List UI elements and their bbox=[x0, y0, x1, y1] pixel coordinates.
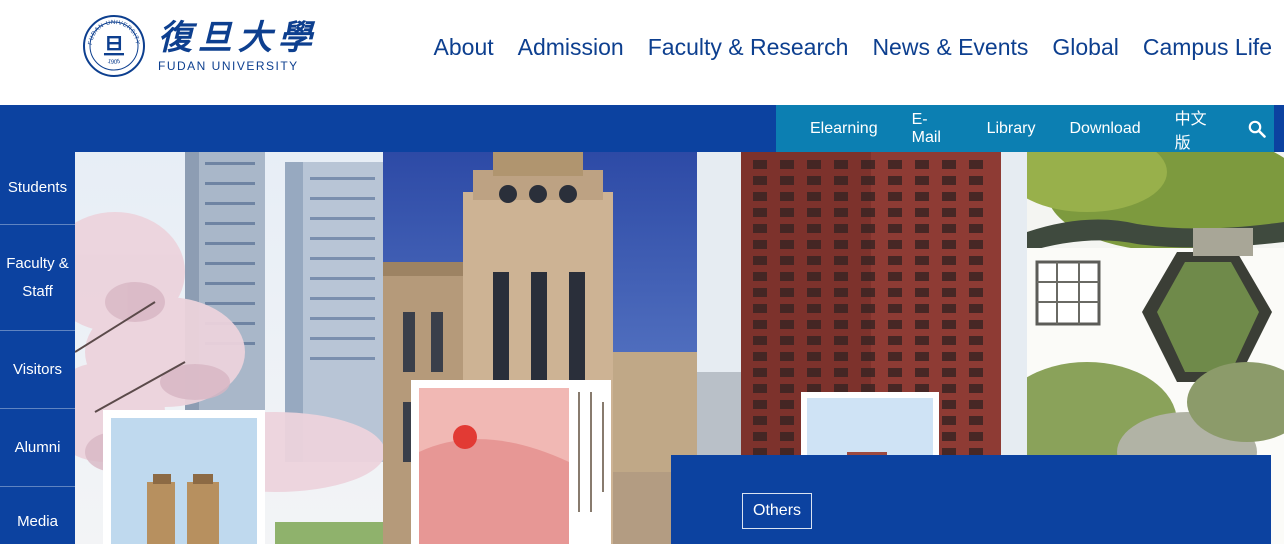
nav-admission[interactable]: Admission bbox=[518, 32, 624, 62]
university-seal-icon: FUDAN UNIVERSITY 1905 旦 bbox=[83, 15, 145, 77]
nav-global[interactable]: Global bbox=[1052, 32, 1118, 62]
search-button[interactable] bbox=[1248, 120, 1266, 138]
sidebar-item-alumni[interactable]: Alumni bbox=[0, 409, 75, 487]
sidebar-item-visitors[interactable]: Visitors bbox=[0, 331, 75, 409]
university-logo[interactable]: FUDAN UNIVERSITY 1905 旦 復旦大學 FUDAN UNIVE… bbox=[82, 14, 318, 78]
category-tag-others[interactable]: Others bbox=[742, 493, 813, 529]
hero-photo-twin-towers[interactable] bbox=[75, 152, 383, 544]
sidebar-item-label: Visitors bbox=[13, 360, 62, 378]
seal-glyph: 旦 bbox=[103, 34, 125, 60]
nav-news-events[interactable]: News & Events bbox=[872, 32, 1028, 62]
utility-email[interactable]: E-Mail bbox=[912, 111, 953, 147]
sidebar-item-faculty-staff[interactable]: Faculty & Staff bbox=[0, 225, 75, 331]
nav-about[interactable]: About bbox=[434, 32, 494, 62]
sidebar-item-students[interactable]: Students bbox=[0, 152, 75, 225]
nav-campus-life[interactable]: Campus Life bbox=[1143, 32, 1272, 62]
site-header: FUDAN UNIVERSITY 1905 旦 復旦大學 FUDAN UNIVE… bbox=[0, 0, 1284, 105]
utility-download[interactable]: Download bbox=[1069, 120, 1140, 138]
wordmark: 復旦大學 FUDAN UNIVERSITY bbox=[158, 19, 318, 73]
hero-photo-clock-tower[interactable] bbox=[383, 152, 697, 544]
utility-library[interactable]: Library bbox=[987, 120, 1036, 138]
sidebar-item-media[interactable]: Media bbox=[0, 487, 75, 544]
nav-faculty-research[interactable]: Faculty & Research bbox=[648, 32, 849, 62]
wordmark-english: FUDAN UNIVERSITY bbox=[158, 59, 299, 73]
feature-caption-box: Others bbox=[671, 455, 1271, 544]
audience-sidebar: Students Faculty & Staff Visitors Alumni… bbox=[0, 152, 75, 544]
search-icon bbox=[1248, 120, 1266, 138]
wordmark-chinese: 復旦大學 bbox=[158, 18, 318, 58]
sidebar-item-label: Media bbox=[17, 513, 58, 530]
utility-elearning[interactable]: Elearning bbox=[810, 120, 878, 138]
utility-chinese-version[interactable]: 中文版 bbox=[1175, 105, 1218, 153]
sidebar-item-label: Faculty & Staff bbox=[6, 254, 69, 300]
utility-bar: Elearning E-Mail Library Download 中文版 bbox=[776, 105, 1274, 152]
sidebar-item-label: Alumni bbox=[14, 438, 61, 456]
sidebar-item-label: Students bbox=[7, 179, 68, 196]
main-navigation: About Admission Faculty & Research News … bbox=[410, 32, 1272, 62]
